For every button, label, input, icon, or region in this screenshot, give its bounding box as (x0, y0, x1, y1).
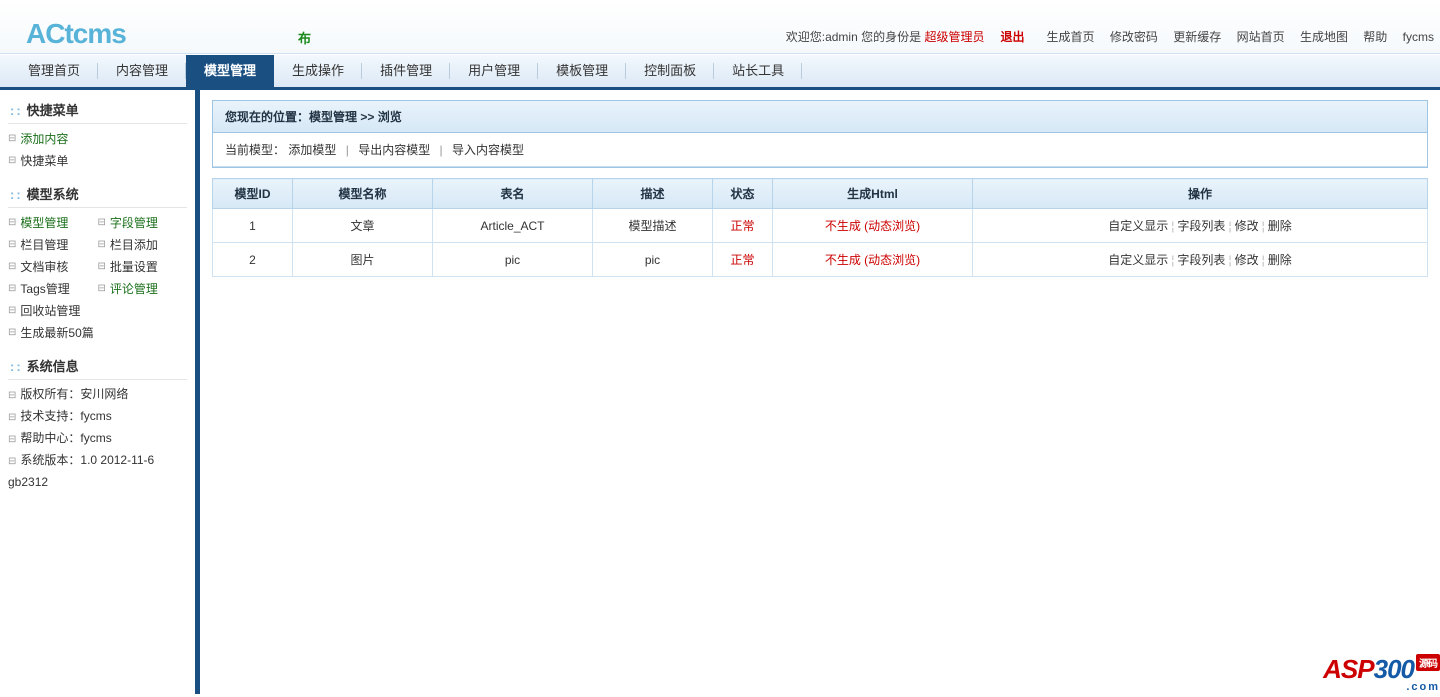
sidebar: 快捷菜单 添加内容 快捷菜单 模型系统 模型管理 字段管理 栏目管理 栏目添加 … (0, 90, 200, 694)
sidebar-field-manage[interactable]: 字段管理 (110, 212, 158, 234)
cell-ops: 自定义显示¦字段列表¦修改¦删除 (973, 209, 1428, 243)
add-model-link[interactable]: 添加模型 (288, 143, 336, 157)
import-model-link[interactable]: 导入内容模型 (452, 143, 524, 157)
cell-name: 文章 (293, 209, 433, 243)
cell-table: pic (433, 243, 593, 277)
sys-info: 技术支持：fycms (8, 406, 187, 428)
sidebar-gen-latest[interactable]: 生成最新50篇 (20, 322, 93, 344)
cell-id: 2 (213, 243, 293, 277)
cell-name: 图片 (293, 243, 433, 277)
op-link[interactable]: 字段列表 (1177, 253, 1225, 267)
cell-ops: 自定义显示¦字段列表¦修改¦删除 (973, 243, 1428, 277)
cell-desc: pic (593, 243, 713, 277)
cell-table: Article_ACT (433, 209, 593, 243)
th-status: 状态 (713, 179, 773, 209)
sidebar-batch-set[interactable]: 批量设置 (110, 256, 158, 278)
topbar-link[interactable]: fycms (1403, 30, 1434, 44)
cell-html: 不生成 (动态浏览) (773, 243, 973, 277)
watermark: ASP300源码 .com (1323, 654, 1440, 693)
op-link[interactable]: 删除 (1268, 219, 1292, 233)
topbar: 欢迎您:admin 您的身份是 超级管理员 退出 生成首页 修改密码 更新缓存 … (786, 28, 1440, 45)
export-model-link[interactable]: 导出内容模型 (358, 143, 430, 157)
sidebar-model-title: 模型系统 (8, 180, 187, 208)
cell-html: 不生成 (动态浏览) (773, 209, 973, 243)
main-content: 您现在的位置：模型管理 >> 浏览 当前模型： 添加模型 | 导出内容模型 | … (200, 90, 1440, 694)
logout-link[interactable]: 退出 (1000, 30, 1024, 44)
sidebar-doc-review[interactable]: 文档审核 (20, 256, 68, 278)
nav-generate[interactable]: 生成操作 (274, 55, 362, 87)
nav-tools[interactable]: 站长工具 (714, 55, 802, 87)
sys-info: 版权所有：安川网络 (8, 384, 187, 406)
op-link[interactable]: 修改 (1235, 253, 1259, 267)
nav-template[interactable]: 模板管理 (538, 55, 626, 87)
sidebar-model-manage[interactable]: 模型管理 (20, 212, 68, 234)
nav-content[interactable]: 内容管理 (98, 55, 186, 87)
topbar-link[interactable]: 生成地图 (1300, 30, 1348, 44)
cell-id: 1 (213, 209, 293, 243)
cell-desc: 模型描述 (593, 209, 713, 243)
toolbar: 当前模型： 添加模型 | 导出内容模型 | 导入内容模型 (213, 133, 1427, 167)
topbar-link[interactable]: 修改密码 (1110, 30, 1158, 44)
th-ops: 操作 (973, 179, 1428, 209)
cell-status: 正常 (713, 209, 773, 243)
nav-plugin[interactable]: 插件管理 (362, 55, 450, 87)
topbar-link[interactable]: 帮助 (1363, 30, 1387, 44)
cell-status: 正常 (713, 243, 773, 277)
nav-model[interactable]: 模型管理 (186, 55, 274, 87)
sidebar-add-content[interactable]: 添加内容 (20, 128, 68, 150)
topbar-link[interactable]: 更新缓存 (1173, 30, 1221, 44)
welcome-text: 欢迎您:admin 您的身份是 (786, 30, 921, 44)
sidebar-quick-title: 快捷菜单 (8, 96, 187, 124)
sidebar-sys-title: 系统信息 (8, 352, 187, 380)
top-news: 布 (298, 28, 311, 47)
logo: ACtcms (26, 18, 126, 50)
sidebar-tags-manage[interactable]: Tags管理 (20, 278, 69, 300)
topbar-link[interactable]: 网站首页 (1237, 30, 1285, 44)
sys-info: 帮助中心：fycms (8, 428, 187, 450)
sidebar-comment-manage[interactable]: 评论管理 (110, 278, 158, 300)
nav-user[interactable]: 用户管理 (450, 55, 538, 87)
main-nav: 管理首页 内容管理 模型管理 生成操作 插件管理 用户管理 模板管理 控制面板 … (0, 54, 1440, 90)
sidebar-quick-menu[interactable]: 快捷菜单 (20, 150, 68, 172)
sidebar-recycle[interactable]: 回收站管理 (20, 300, 80, 322)
op-link[interactable]: 删除 (1268, 253, 1292, 267)
topbar-link[interactable]: 生成首页 (1047, 30, 1095, 44)
th-html: 生成Html (773, 179, 973, 209)
nav-control[interactable]: 控制面板 (626, 55, 714, 87)
sidebar-column-add[interactable]: 栏目添加 (110, 234, 158, 256)
nav-home[interactable]: 管理首页 (10, 55, 98, 87)
op-link[interactable]: 字段列表 (1177, 219, 1225, 233)
header: ACtcms 布 欢迎您:admin 您的身份是 超级管理员 退出 生成首页 修… (0, 0, 1440, 54)
th-name: 模型名称 (293, 179, 433, 209)
toolbar-label: 当前模型： (225, 143, 285, 157)
sidebar-column-manage[interactable]: 栏目管理 (20, 234, 68, 256)
sys-info: 系统版本：1.0 2012-11-6 gb2312 (8, 450, 187, 492)
op-link[interactable]: 自定义显示 (1108, 219, 1168, 233)
panel: 您现在的位置：模型管理 >> 浏览 当前模型： 添加模型 | 导出内容模型 | … (212, 100, 1428, 168)
op-link[interactable]: 自定义显示 (1108, 253, 1168, 267)
model-table: 模型ID 模型名称 表名 描述 状态 生成Html 操作 1文章Article_… (212, 178, 1428, 277)
th-table: 表名 (433, 179, 593, 209)
role-label: 超级管理员 (924, 30, 984, 44)
breadcrumb: 您现在的位置：模型管理 >> 浏览 (213, 101, 1427, 133)
table-row: 1文章Article_ACT模型描述正常不生成 (动态浏览)自定义显示¦字段列表… (213, 209, 1428, 243)
th-id: 模型ID (213, 179, 293, 209)
op-link[interactable]: 修改 (1235, 219, 1259, 233)
th-desc: 描述 (593, 179, 713, 209)
table-row: 2图片picpic正常不生成 (动态浏览)自定义显示¦字段列表¦修改¦删除 (213, 243, 1428, 277)
